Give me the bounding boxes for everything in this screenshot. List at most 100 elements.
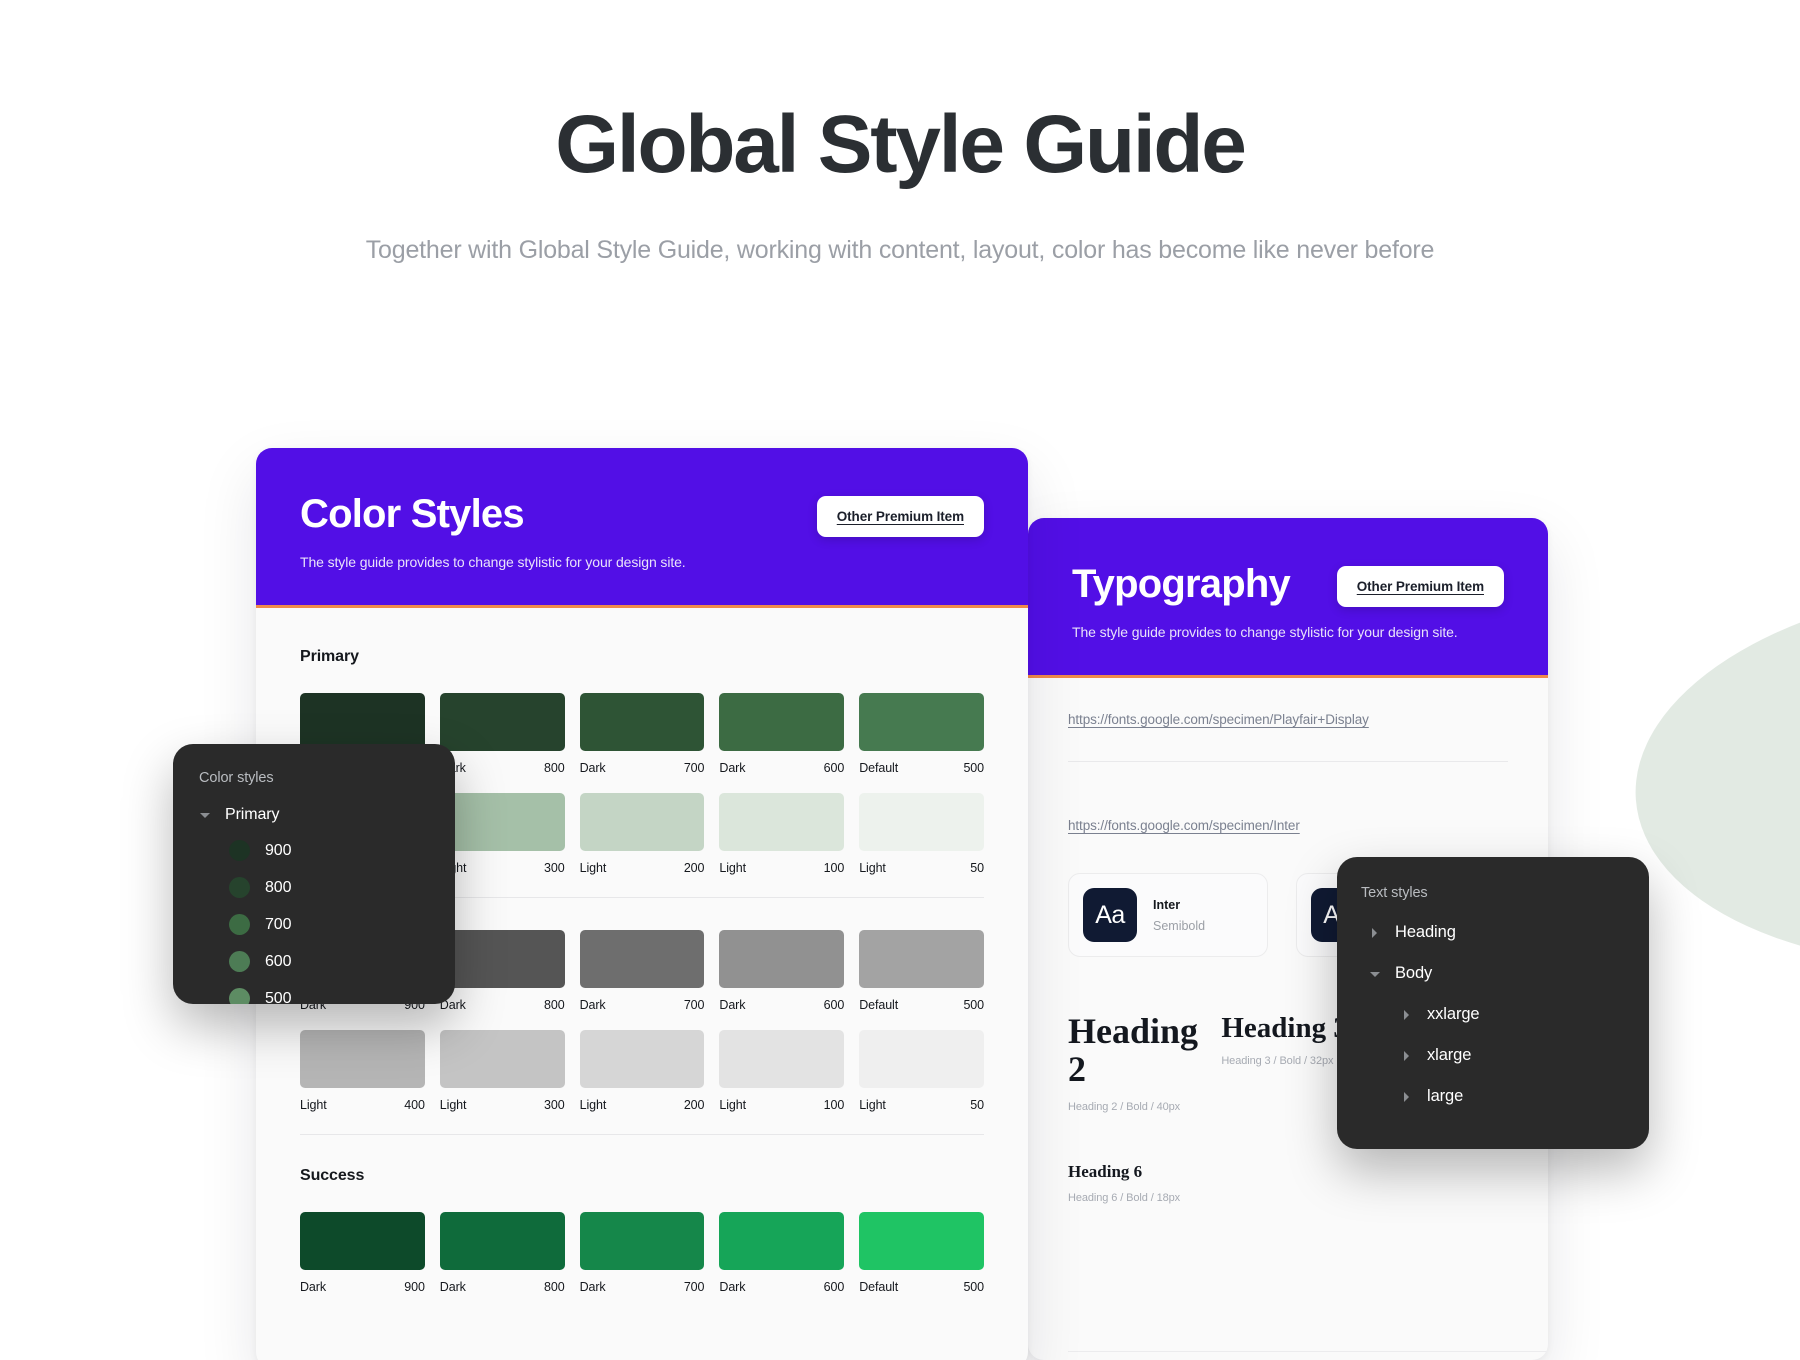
color-panel-item[interactable]: 700 <box>229 914 455 935</box>
color-swatch-level: 50 <box>970 1098 984 1112</box>
caret-down-icon[interactable] <box>1369 967 1383 981</box>
heading-specimen: Heading 6 Heading 6 / Bold / 18px <box>1068 1161 1201 1204</box>
color-swatch[interactable]: Default 500 <box>859 930 984 1012</box>
color-panel-item[interactable]: 600 <box>229 951 455 972</box>
color-swatch-level: 800 <box>544 761 565 775</box>
color-swatch[interactable]: Default 500 <box>859 1212 984 1294</box>
color-swatch-chip <box>300 693 425 751</box>
color-swatch-meta: Dark 700 <box>580 761 705 775</box>
color-swatch-tone: Dark <box>300 1280 326 1294</box>
color-swatch[interactable]: Dark800 <box>439 693 565 775</box>
color-swatch[interactable]: Dark 600 <box>719 930 844 1012</box>
color-swatch[interactable]: Light 50 <box>859 1030 984 1112</box>
color-swatch-chip <box>300 1030 425 1088</box>
color-styles-layer-panel: Color styles Primary 900 800 700 600 500 <box>173 744 455 1004</box>
color-swatch[interactable]: Dark800 <box>439 1212 565 1294</box>
color-panel-item[interactable]: 900 <box>229 840 455 861</box>
caret-right-icon[interactable] <box>1401 1008 1415 1022</box>
color-swatch-tone: Dark <box>579 761 606 775</box>
color-swatch-chip <box>579 1212 705 1270</box>
color-swatch-meta: Light300 <box>440 861 565 875</box>
color-swatch[interactable]: Dark 900 <box>300 1212 425 1294</box>
color-swatch-meta: Light300 <box>440 1098 565 1112</box>
heading-meta: Heading 2 / Bold / 40px <box>1068 1100 1181 1113</box>
color-swatch-tone: Dark <box>579 1280 606 1294</box>
color-swatch-level: 500 <box>963 1280 984 1294</box>
color-swatch-meta: Light 100 <box>719 861 844 875</box>
color-swatch-level: 500 <box>963 998 984 1012</box>
color-swatch-level: 700 <box>683 1280 705 1294</box>
heading-sample: Heading 3 <box>1221 1012 1348 1044</box>
color-swatch-chip <box>579 693 705 751</box>
color-dot-icon <box>229 988 250 1004</box>
color-swatch-chip <box>859 1030 984 1088</box>
caret-right-icon[interactable] <box>1401 1090 1415 1104</box>
color-panel-item[interactable]: 800 <box>229 877 455 898</box>
color-panel-item[interactable]: 500 <box>229 988 455 1004</box>
color-swatch-tone: Default <box>859 998 899 1012</box>
color-swatch[interactable]: Light 100 <box>719 793 844 875</box>
caret-right-icon[interactable] <box>1401 1049 1415 1063</box>
page-title: Global Style Guide <box>555 99 1247 190</box>
color-swatch[interactable]: Light 400 <box>300 1030 425 1112</box>
color-swatch-meta: Dark 700 <box>580 1280 705 1294</box>
color-swatch[interactable]: Light 50 <box>859 793 984 875</box>
color-swatch-level: 700 <box>683 998 705 1012</box>
color-swatch[interactable]: Dark 700 <box>579 693 705 775</box>
color-group-success: Success Dark 900 Dark 800 Dark 700 Dark 600 Defa… <box>300 1167 984 1294</box>
color-swatch[interactable]: Light 200 <box>579 793 705 875</box>
style-guide-page: Global Style Guide Together with Global … <box>0 0 1800 1360</box>
text-panel-item[interactable]: xlarge <box>1401 1046 1649 1065</box>
color-swatch[interactable]: Light 100 <box>719 1030 844 1112</box>
color-swatch[interactable]: Default 500 <box>859 693 984 775</box>
color-swatch[interactable]: Light300 <box>439 1030 565 1112</box>
color-swatch-chip <box>579 793 705 851</box>
color-swatch-tone: Dark <box>719 998 746 1012</box>
font-specimen-link-inter[interactable]: https://fonts.google.com/specimen/Inter <box>1068 818 1508 833</box>
color-swatch[interactable]: Dark 600 <box>719 693 844 775</box>
font-specimen-link-playfair[interactable]: https://fonts.google.com/specimen/Playfa… <box>1068 712 1508 727</box>
aa-glyph-icon: Aa <box>1083 888 1137 942</box>
color-swatch-level: 100 <box>823 861 845 875</box>
color-swatch-tone: Default <box>859 761 899 775</box>
color-swatch-tone: Light <box>439 1098 467 1112</box>
color-swatch[interactable]: Dark 600 <box>719 1212 844 1294</box>
color-dot-icon <box>229 914 250 935</box>
color-swatch[interactable]: Dark 700 <box>579 1212 705 1294</box>
text-panel-item[interactable]: Body <box>1369 964 1649 983</box>
color-swatch-level: 800 <box>544 1280 565 1294</box>
color-swatch-chip <box>579 1030 705 1088</box>
color-swatch-tone: Light <box>859 861 886 875</box>
typography-other-premium-item-button[interactable]: Other Premium Item <box>1336 566 1504 607</box>
text-panel-item[interactable]: large <box>1401 1087 1649 1106</box>
color-swatch-chip <box>719 693 845 751</box>
color-swatch[interactable]: Dark 700 <box>579 930 705 1012</box>
font-card[interactable]: Aa Inter Semibold <box>1068 873 1268 957</box>
color-swatch-chip <box>859 693 984 751</box>
heading-sample: Heading 6 <box>1068 1161 1143 1181</box>
color-swatch-chip <box>300 1212 425 1270</box>
color-swatch-level: 900 <box>404 1280 425 1294</box>
color-panel-item-label: 600 <box>265 952 292 970</box>
color-swatch-chip <box>719 1030 845 1088</box>
color-group-title: Success <box>300 1167 365 1184</box>
color-other-premium-item-button[interactable]: Other Premium Item <box>816 496 984 537</box>
text-panel-item-label: Body <box>1395 964 1433 982</box>
color-swatch-meta: Dark 900 <box>300 1280 425 1294</box>
color-swatch-meta: Light 200 <box>580 1098 705 1112</box>
color-swatch-level: 600 <box>823 1280 845 1294</box>
color-swatch-level: 200 <box>683 1098 705 1112</box>
color-swatch-meta: Light 50 <box>859 861 984 875</box>
text-panel-item[interactable]: xxlarge <box>1401 1005 1649 1024</box>
color-swatch-chip <box>439 930 565 988</box>
caret-right-icon[interactable] <box>1369 926 1383 940</box>
color-swatch[interactable]: Light300 <box>439 793 565 875</box>
color-panel-group-row[interactable]: Primary <box>199 806 455 824</box>
text-panel-item[interactable]: Heading <box>1369 923 1649 942</box>
color-swatch[interactable]: Dark800 <box>439 930 565 1012</box>
caret-down-icon[interactable] <box>199 808 213 822</box>
heading-specimen: Heading 2 Heading 2 / Bold / 40px <box>1068 1012 1201 1113</box>
color-swatch-chip <box>719 1212 845 1270</box>
color-swatch[interactable]: Light 200 <box>579 1030 705 1112</box>
typography-divider-2 <box>1068 1351 1548 1352</box>
